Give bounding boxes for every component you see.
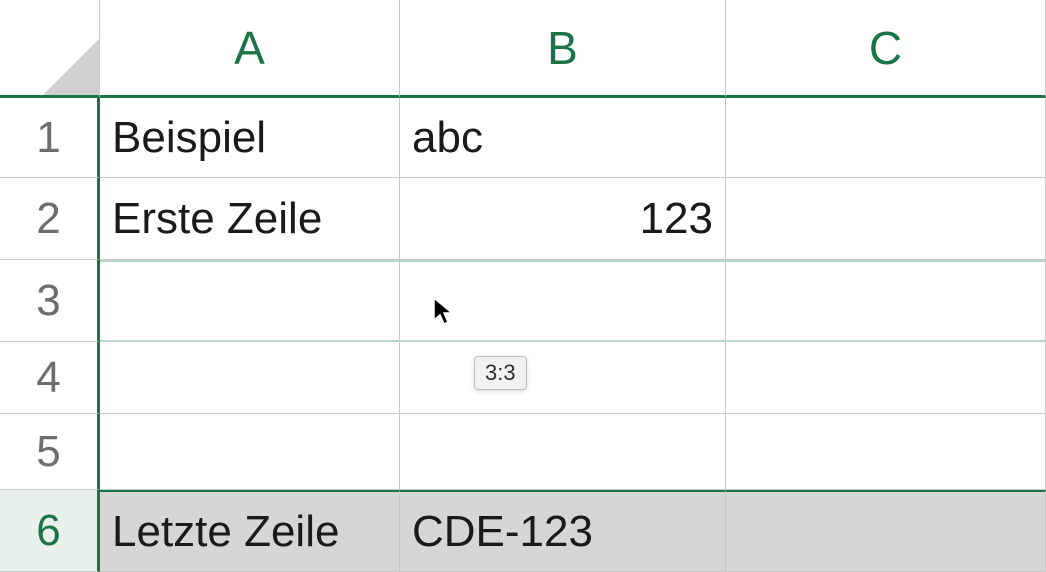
cell-C3[interactable]: [726, 260, 1046, 342]
column-header-B[interactable]: B: [400, 0, 726, 98]
cell-C2[interactable]: [726, 178, 1046, 260]
row-header-5[interactable]: 5: [0, 414, 100, 490]
row-header-3[interactable]: 3: [0, 260, 100, 342]
column-header-C[interactable]: C: [726, 0, 1046, 98]
row-header-2[interactable]: 2: [0, 178, 100, 260]
cell-B6[interactable]: CDE-123: [400, 490, 726, 572]
cell-C5[interactable]: [726, 414, 1046, 490]
row-header-1[interactable]: 1: [0, 98, 100, 178]
cell-B3[interactable]: [400, 260, 726, 342]
cell-B1[interactable]: abc: [400, 98, 726, 178]
cell-C4[interactable]: [726, 342, 1046, 414]
cell-B5[interactable]: [400, 414, 726, 490]
cell-A2[interactable]: Erste Zeile: [100, 178, 400, 260]
row-header-4[interactable]: 4: [0, 342, 100, 414]
cell-C1[interactable]: [726, 98, 1046, 178]
cell-B4[interactable]: [400, 342, 726, 414]
column-header-A[interactable]: A: [100, 0, 400, 98]
select-all-corner[interactable]: [0, 0, 100, 98]
cell-A5[interactable]: [100, 414, 400, 490]
spreadsheet-grid: A B C 1 Beispiel abc 2 Erste Zeile 123 3…: [0, 0, 1046, 572]
cell-B2[interactable]: 123: [400, 178, 726, 260]
cell-C6[interactable]: [726, 490, 1046, 572]
cell-A3[interactable]: [100, 260, 400, 342]
cell-A6[interactable]: Letzte Zeile: [100, 490, 400, 572]
row-drag-tooltip: 3:3: [474, 356, 527, 390]
cell-A4[interactable]: [100, 342, 400, 414]
row-header-6[interactable]: 6: [0, 490, 100, 572]
cell-A1[interactable]: Beispiel: [100, 98, 400, 178]
